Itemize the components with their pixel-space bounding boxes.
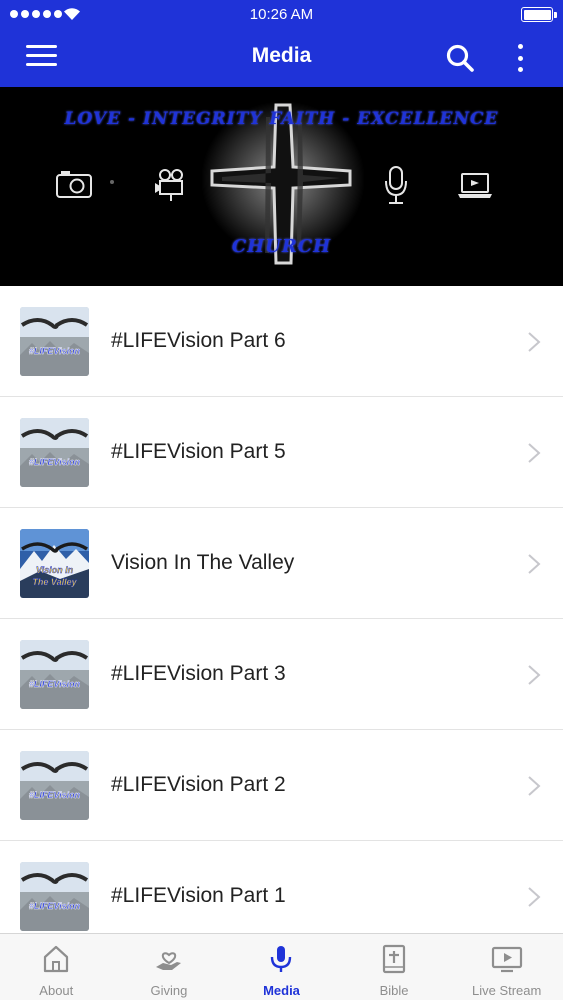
home-icon [44, 945, 69, 973]
lifevision-thumbnail: #LIFEVision [20, 862, 89, 931]
svg-text:#LIFEVision: #LIFEVision [29, 901, 81, 911]
media-title: #LIFEVision Part 3 [111, 662, 286, 685]
navbar: Media [0, 30, 563, 87]
chevron-right-icon [528, 887, 541, 907]
list-item[interactable]: #LIFEVision #LIFEVision Part 2 [0, 730, 563, 841]
movie-camera-icon [155, 169, 183, 201]
status-time: 10:26 AM [249, 6, 314, 23]
tab-bible[interactable]: Bible [338, 934, 451, 1000]
tab-media[interactable]: Media [225, 934, 338, 1000]
giving-hand-icon [155, 952, 181, 970]
tab-label: Media [263, 983, 300, 998]
media-title: #LIFEVision Part 6 [111, 329, 286, 352]
tab-label: Live Stream [471, 983, 542, 998]
microphone-art-icon [385, 166, 407, 204]
search-icon[interactable] [444, 42, 476, 74]
tv-play-icon [491, 946, 522, 973]
chevron-right-icon [528, 776, 541, 796]
media-title: Vision In The Valley [111, 551, 295, 574]
chevron-right-icon [528, 332, 541, 352]
media-title: #LIFEVision Part 5 [111, 440, 286, 463]
lifevision-thumbnail: #LIFEVision [20, 418, 89, 487]
chevron-right-icon [528, 443, 541, 463]
svg-text:#LIFEVision: #LIFEVision [29, 346, 81, 356]
list-item[interactable]: #LIFEVision #LIFEVision Part 3 [0, 619, 563, 730]
media-list: #LIFEVision #LIFEVision Part 6 #LIFEVisi… [0, 286, 563, 952]
more-options-icon[interactable] [508, 42, 532, 74]
page-title: Media [251, 44, 312, 67]
svg-text:The Valley: The Valley [32, 577, 77, 587]
laptop-icon [458, 173, 492, 198]
tab-live-stream[interactable]: Live Stream [450, 934, 563, 1000]
bottom-tab-bar: About Giving Media Bible Live Stream [0, 933, 563, 1000]
banner-church-label: CHURCH [231, 236, 332, 257]
tab-label: Giving [150, 983, 188, 998]
church-banner: LOVE - INTEGRITY FAITH - EXCELLENCE CHUR… [0, 87, 563, 286]
battery-icon [521, 7, 557, 22]
list-item[interactable]: #LIFEVision #LIFEVision Part 6 [0, 286, 563, 397]
tab-label: About [39, 983, 74, 998]
lifevision-thumbnail: #LIFEVision [20, 307, 89, 376]
chevron-right-icon [528, 554, 541, 574]
tab-about[interactable]: About [0, 934, 113, 1000]
banner-motto: LOVE - INTEGRITY FAITH - EXCELLENCE [64, 109, 499, 129]
lifevision-thumbnail: #LIFEVision [20, 640, 89, 709]
svg-text:#LIFEVision: #LIFEVision [29, 790, 81, 800]
camera-icon [56, 171, 92, 198]
list-item[interactable]: Vision In The Valley Vision In The Valle… [0, 508, 563, 619]
svg-text:#LIFEVision: #LIFEVision [29, 679, 81, 689]
microphone-icon [271, 946, 292, 972]
svg-text:#LIFEVision: #LIFEVision [29, 457, 81, 467]
tab-label: Bible [379, 983, 409, 998]
chevron-right-icon [528, 665, 541, 685]
tab-giving[interactable]: Giving [113, 934, 226, 1000]
vision-valley-thumbnail: Vision In The Valley [20, 529, 89, 598]
list-item[interactable]: #LIFEVision #LIFEVision Part 5 [0, 397, 563, 508]
bible-icon [382, 944, 406, 974]
status-bar: 10:26 AM [0, 0, 563, 30]
svg-text:Vision In: Vision In [36, 565, 74, 575]
media-title: #LIFEVision Part 2 [111, 773, 286, 796]
lifevision-thumbnail: #LIFEVision [20, 751, 89, 820]
header: 10:26 AM Media [0, 0, 563, 87]
app-screen: 10:26 AM Media LOVE - INTEGRITY FAITH - … [0, 0, 563, 1000]
